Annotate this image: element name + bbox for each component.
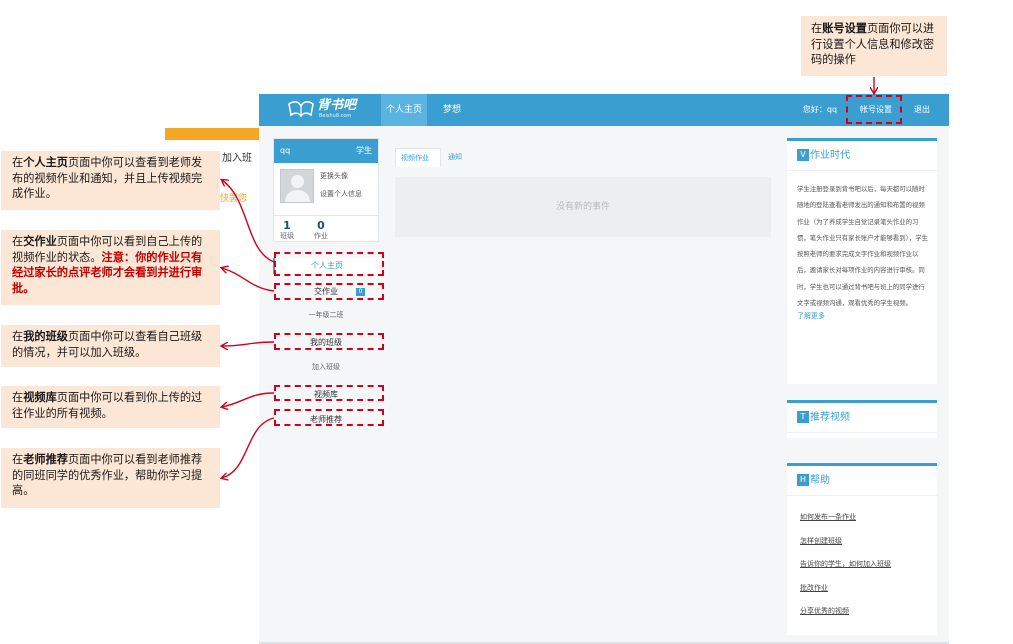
tab-video-homework[interactable]: 视频作业	[395, 148, 441, 167]
highlight-video-library	[274, 385, 384, 401]
callout-bold: 个人主页	[23, 155, 68, 169]
panel-help-title-text: 帮助	[810, 475, 830, 486]
site-logo[interactable]: 背书吧 Beishu8.com	[287, 98, 377, 122]
highlight-teacher-recommend	[274, 409, 384, 426]
panel-help-badge: H	[797, 474, 809, 486]
callout-text: 在	[12, 156, 24, 169]
callout-bold: 我的班级	[23, 329, 68, 343]
stat-classes-num: 1	[283, 219, 291, 232]
callout-text: 在	[12, 391, 24, 404]
app-window: 背书吧 Beishu8.com 个人主页 梦想 您好：qq 帐号设置 退出 qq…	[259, 94, 949, 644]
stat-classes[interactable]: 1 班级	[280, 220, 294, 241]
help-link[interactable]: 分享优秀的视频	[800, 600, 937, 624]
panel-era-badge: V	[797, 149, 809, 161]
callout-text: 在	[12, 330, 24, 343]
profile-role: 学生	[356, 146, 372, 155]
nav-logout[interactable]: 退出	[909, 94, 935, 126]
callout-video-library: 在视频库页面中你可以看到你上传的过往作业的所有视频。	[1, 386, 220, 428]
set-info-link[interactable]: 设置个人信息	[320, 189, 362, 199]
profile-header: qq 学生	[274, 139, 378, 163]
book-logo-icon	[288, 101, 314, 118]
help-link[interactable]: 如何发布一条作业	[800, 506, 937, 530]
profile-stats: 1 班级 0 作业	[274, 215, 378, 241]
avatar[interactable]	[280, 169, 314, 203]
avatar-body-shape	[285, 190, 310, 202]
nav-home[interactable]: 个人主页	[381, 94, 427, 126]
panel-rec-title-text: 推荐视频	[810, 412, 850, 423]
callout-account-settings: 在账号设置页面你可以进行设置个人信息和修改密码的操作	[801, 16, 947, 76]
callout-home: 在个人主页页面中你可以查看到老师发布的视频作业和通知，并且上传视频完成作业。	[1, 151, 220, 210]
callout-bold: 交作业	[23, 234, 57, 248]
background-orange-bar	[165, 128, 259, 140]
callout-teacher-recommend: 在老师推荐页面中你可以看到老师推荐的同班同学的优秀作业，帮助你学习提高。	[1, 448, 220, 508]
panel-rec-title: T 推荐视频	[787, 403, 937, 433]
help-link[interactable]: 怎样创建班级	[800, 530, 937, 554]
greeting-text: 您好：qq	[802, 105, 838, 114]
help-links: 如何发布一条作业 怎样创建班级 告诉你的学生，如何加入班级 批改作业 分享优秀的…	[787, 496, 937, 624]
events-empty-state: 没有新的事件	[395, 177, 771, 237]
highlight-home	[274, 252, 384, 276]
background-orange-text: 快罢您	[220, 194, 248, 204]
callout-bold: 老师推荐	[23, 452, 68, 466]
callout-my-class: 在我的班级页面中你可以查看自己班级的情况，并可以加入班级。	[1, 325, 220, 367]
panel-era-title: V 作业时代	[787, 141, 937, 171]
learn-more-link[interactable]: 了解更多	[787, 311, 937, 321]
highlight-account-settings	[846, 95, 902, 124]
panel-rec-badge: T	[797, 411, 809, 423]
callout-homework: 在交作业页面中你可以看到自己上传的视频作业的状态。注意：你的作业只有经过家长的点…	[1, 230, 220, 305]
avatar-head-shape	[291, 175, 304, 188]
profile-username: qq	[280, 146, 291, 155]
highlight-homework	[274, 283, 384, 300]
help-link[interactable]: 告诉你的学生，如何加入班级	[800, 553, 937, 577]
callout-bold: 视频库	[23, 390, 57, 404]
profile-card: qq 学生 更换头像 设置个人信息 1 班级 0 作业	[273, 138, 379, 242]
nav-dream[interactable]: 梦想	[437, 94, 467, 126]
menu-join-class[interactable]: 加入班级	[273, 361, 379, 373]
help-link[interactable]: 批改作业	[800, 577, 937, 601]
stat-homework[interactable]: 0 作业	[314, 220, 328, 241]
panel-help-title: H 帮助	[787, 466, 937, 496]
logo-name: 背书吧	[317, 98, 357, 113]
tab-notice[interactable]: 通知	[443, 148, 473, 167]
panel-era-text: 学生注册登录到背书吧以后，每天都可以随时随地的登陆查看老师发出的通知和布置的视频…	[797, 185, 929, 308]
stat-homework-num: 0	[317, 219, 325, 232]
background-join-text: 加入班	[222, 153, 252, 164]
callout-text: 在	[12, 453, 24, 466]
highlight-my-class	[274, 333, 384, 350]
menu-class-name[interactable]: 一年级二班	[273, 309, 379, 321]
panel-help: H 帮助 如何发布一条作业 怎样创建班级 告诉你的学生，如何加入班级 批改作业 分…	[787, 463, 937, 635]
panel-recommended-videos: T 推荐视频	[787, 400, 937, 438]
panel-homework-era: V 作业时代 学生注册登录到背书吧以后，每天都可以随时随地的登陆查看老师发出的通知…	[787, 138, 937, 384]
change-avatar-link[interactable]: 更换头像	[320, 171, 348, 181]
stat-classes-label: 班级	[280, 232, 294, 240]
callout-bold: 账号设置	[822, 21, 867, 35]
logo-domain: Beishu8.com	[319, 113, 352, 119]
stat-homework-label: 作业	[314, 232, 328, 240]
callout-text: 在	[12, 235, 24, 248]
callout-text: 在	[811, 22, 823, 35]
panel-era-title-text: 作业时代	[810, 150, 850, 161]
